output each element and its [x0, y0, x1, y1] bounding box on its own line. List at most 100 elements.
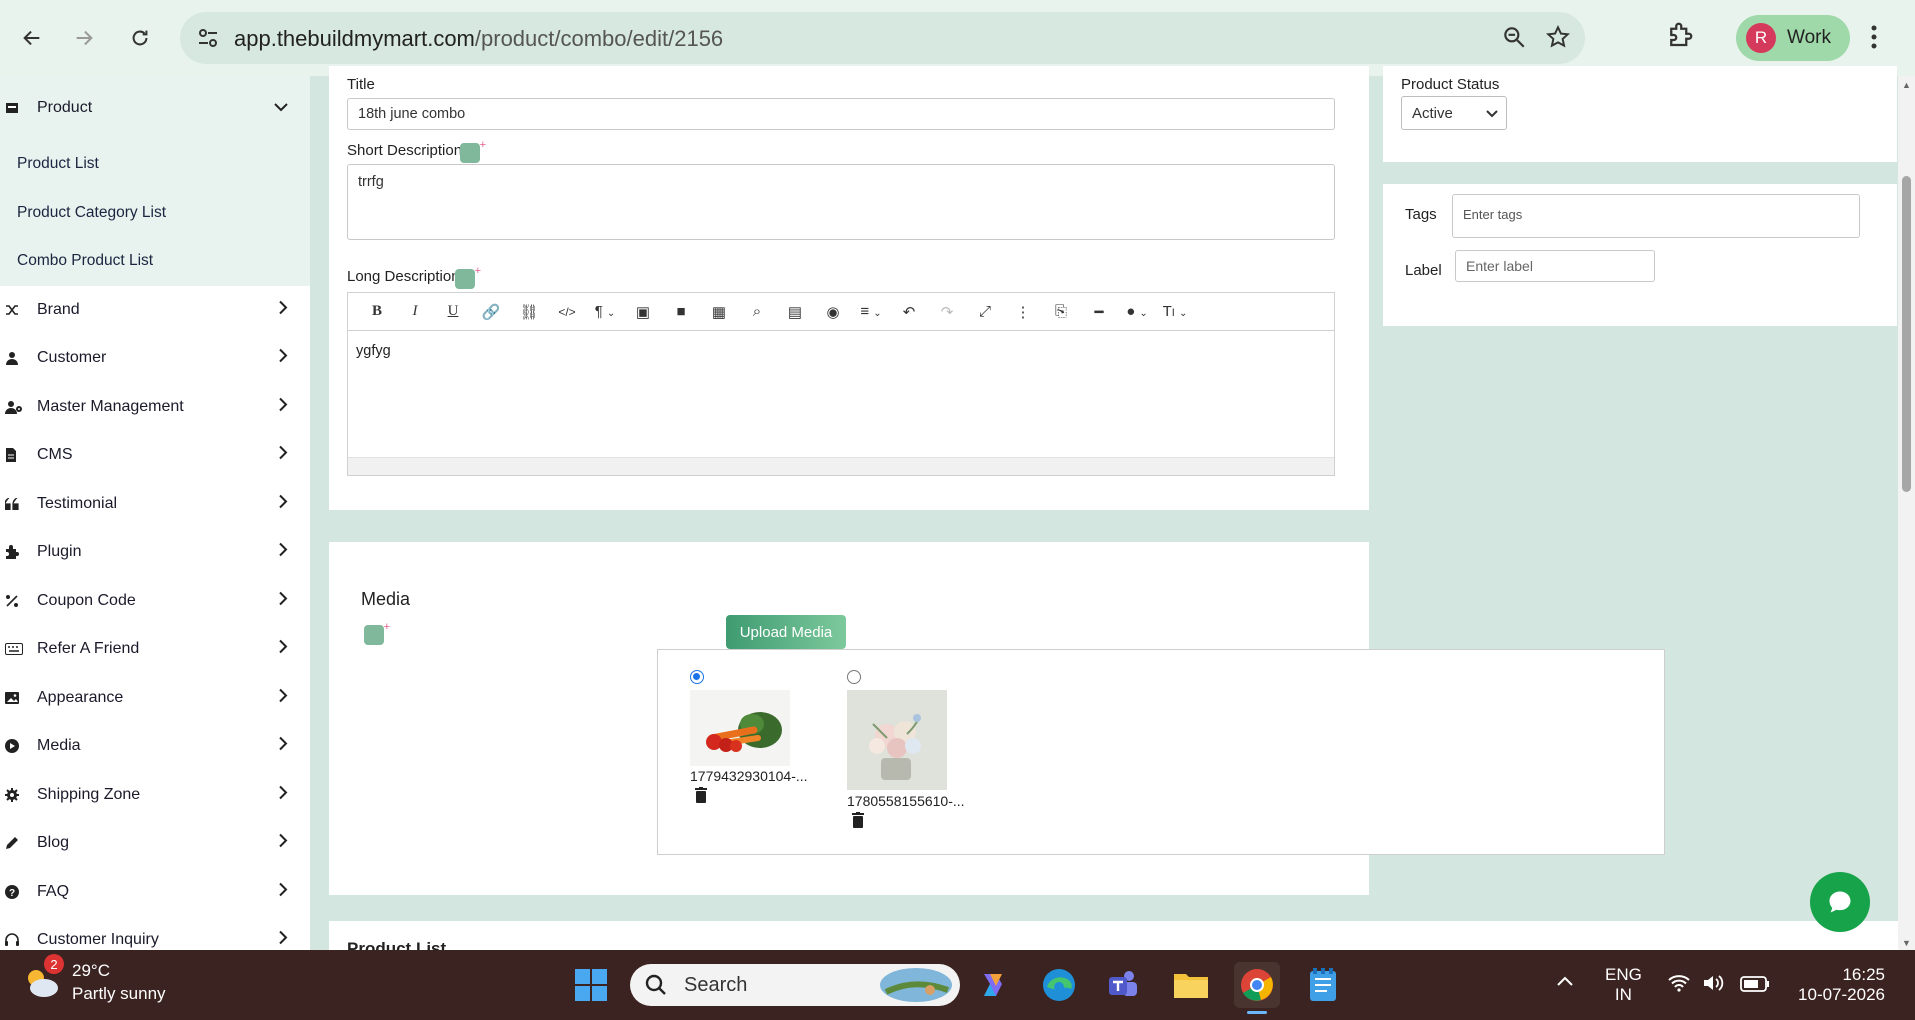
bookmark-star-icon[interactable]	[1545, 24, 1571, 55]
italic-button[interactable]: I	[396, 303, 434, 320]
preview-eye-icon[interactable]: ◉	[814, 303, 852, 321]
site-settings-icon[interactable]	[196, 26, 220, 55]
sidebar-item-master-management[interactable]: Master Management	[0, 383, 310, 432]
chevron-right-icon	[278, 543, 288, 562]
teams-app-icon[interactable]	[1100, 962, 1146, 1008]
ai-generate-icon[interactable]	[364, 617, 390, 645]
back-button[interactable]	[14, 20, 50, 56]
notepad-app-icon[interactable]	[1300, 962, 1346, 1008]
volume-icon[interactable]	[1702, 974, 1724, 997]
weather-widget[interactable]: 2 29°C Partly sunny	[22, 954, 166, 1003]
title-input[interactable]: 18th june combo	[347, 98, 1335, 130]
undo-icon[interactable]: ↶	[890, 303, 928, 321]
zoom-icon[interactable]	[1501, 24, 1527, 55]
sidebar-item-product[interactable]: Product	[0, 76, 310, 140]
media-thumbnail-vegetables[interactable]	[690, 690, 790, 766]
scrollbar-thumb[interactable]	[1902, 176, 1911, 492]
sidebar-item-brand[interactable]: Brand	[0, 286, 310, 335]
sidebar-item-label: Customer Inquiry	[37, 931, 159, 949]
font-size-icon[interactable]: TI ⌄	[1156, 303, 1194, 320]
color-drop-icon[interactable]: ● ⌄	[1118, 303, 1156, 320]
sidebar-subitem-combo-product-list[interactable]: Combo Product List	[0, 237, 310, 286]
format-paint-icon[interactable]: ⎘	[1042, 303, 1080, 320]
media-thumbnail-flowers[interactable]	[847, 690, 947, 790]
media-select-radio[interactable]	[847, 670, 861, 684]
scroll-down-icon[interactable]: ▼	[1902, 938, 1911, 948]
wifi-icon[interactable]	[1668, 974, 1690, 997]
taskbar-search[interactable]: Search	[630, 964, 960, 1006]
unlink-icon[interactable]: ⛓	[510, 303, 548, 321]
sidebar-item-testimonial[interactable]: Testimonial	[0, 480, 310, 529]
media-gallery: 1779432930104-... 1780558155610-...	[657, 649, 1665, 855]
horizontal-rule-icon[interactable]: ━	[1080, 303, 1118, 321]
code-icon[interactable]: </>	[548, 305, 586, 319]
short-description-textarea[interactable]: trrfg	[347, 164, 1335, 240]
align-icon[interactable]: ≡ ⌄	[852, 303, 890, 320]
sidebar-item-appearance[interactable]: Appearance	[0, 674, 310, 723]
sidebar-item-refer-a-friend[interactable]: Refer A Friend	[0, 625, 310, 674]
profile-chip[interactable]: R Work	[1736, 15, 1850, 61]
chevron-down-icon	[1486, 106, 1498, 123]
clock[interactable]: 16:25 10-07-2026	[1795, 965, 1885, 1005]
label-input[interactable]: Enter label	[1455, 250, 1655, 282]
sidebar-item-coupon-code[interactable]: Coupon Code	[0, 577, 310, 626]
sidebar-subitem-product-list[interactable]: Product List	[0, 140, 310, 189]
sidebar-item-customer[interactable]: Customer	[0, 334, 310, 383]
forward-button[interactable]	[66, 20, 102, 56]
search-placeholder: Search	[684, 973, 748, 996]
chrome-app-icon[interactable]	[1234, 962, 1280, 1014]
trash-icon[interactable]	[695, 787, 707, 808]
table-icon[interactable]: ▦	[700, 303, 738, 321]
sidebar-item-shipping-zone[interactable]: Shipping Zone	[0, 771, 310, 820]
media-select-radio[interactable]	[690, 670, 704, 684]
address-bar[interactable]: app.thebuildmymart.com/product/combo/edi…	[180, 12, 1585, 64]
tray-overflow-chevron-icon[interactable]	[1556, 972, 1574, 992]
upload-media-button[interactable]: Upload Media	[726, 615, 846, 649]
bold-button[interactable]: B	[358, 303, 396, 320]
file-explorer-icon[interactable]	[1168, 962, 1214, 1008]
sidebar-item-media[interactable]: Media	[0, 722, 310, 771]
tags-input[interactable]: Enter tags	[1452, 194, 1860, 238]
find-icon[interactable]: ⌕	[738, 303, 776, 320]
sidebar-item-label: Product	[37, 99, 93, 116]
paragraph-icon[interactable]: ¶ ⌄	[586, 303, 624, 320]
weather-condition: Partly sunny	[72, 984, 166, 1003]
copilot-app-icon[interactable]	[970, 962, 1016, 1008]
product-status-select[interactable]: Active	[1401, 96, 1507, 130]
file-icon[interactable]: ▤	[776, 303, 814, 321]
page-scrollbar[interactable]: ▲ ▼	[1898, 76, 1915, 950]
underline-button[interactable]: U	[434, 303, 472, 320]
browser-menu-button[interactable]	[1868, 22, 1880, 57]
editor-content[interactable]: ygfyg	[348, 331, 1334, 371]
ai-generate-icon[interactable]	[460, 135, 486, 163]
sidebar-item-plugin[interactable]: Plugin	[0, 528, 310, 577]
sidebar-item-customer-inquiry[interactable]: Customer Inquiry	[0, 916, 310, 950]
ai-generate-icon[interactable]	[455, 261, 481, 289]
percent-icon	[0, 594, 32, 608]
battery-icon[interactable]	[1740, 976, 1770, 997]
reload-button[interactable]	[122, 20, 158, 56]
insert-image-icon[interactable]: ▣	[624, 303, 662, 321]
redo-icon[interactable]: ↷	[928, 303, 966, 321]
fullscreen-icon[interactable]: ⤢	[966, 303, 1004, 320]
sidebar-item-label: CMS	[37, 446, 73, 464]
chat-button[interactable]	[1810, 872, 1870, 932]
start-button[interactable]	[568, 962, 614, 1008]
scroll-up-icon[interactable]: ▲	[1902, 80, 1911, 90]
sidebar-item-label: Plugin	[37, 543, 82, 561]
link-icon[interactable]: 🔗	[472, 303, 510, 321]
sidebar-item-cms[interactable]: CMS	[0, 431, 310, 480]
insert-video-icon[interactable]: ■	[662, 303, 700, 320]
svg-text:?: ?	[9, 888, 15, 899]
sidebar-subitem-product-category-list[interactable]: Product Category List	[0, 189, 310, 238]
extensions-button[interactable]	[1665, 20, 1695, 55]
long-description-editor[interactable]: ygfyg	[347, 330, 1335, 476]
sidebar-item-faq[interactable]: ? FAQ	[0, 868, 310, 917]
clock-date: 10-07-2026	[1798, 985, 1885, 1004]
trash-icon[interactable]	[852, 812, 864, 833]
product-submenu: Product List Product Category List Combo…	[0, 140, 310, 286]
language-indicator[interactable]: ENG IN	[1605, 965, 1642, 1005]
sidebar-item-blog[interactable]: Blog	[0, 819, 310, 868]
edge-browser-icon[interactable]	[1036, 962, 1082, 1008]
more-icon[interactable]: ⋮	[1004, 303, 1042, 321]
